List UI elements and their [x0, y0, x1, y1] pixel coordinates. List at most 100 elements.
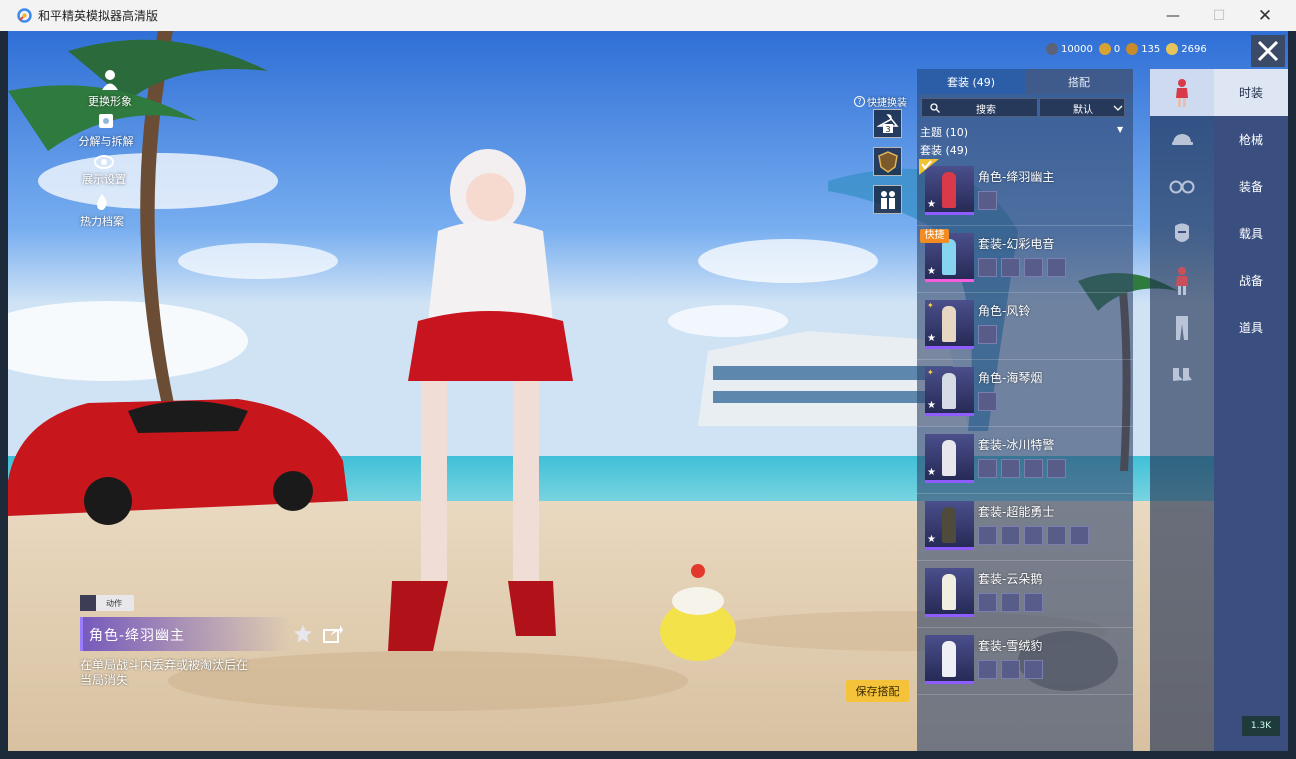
- part-thumbnail: [1001, 258, 1020, 277]
- heat-profile-button[interactable]: 热力档案: [62, 193, 142, 229]
- close-panel-button[interactable]: [1251, 35, 1285, 67]
- outfit-parts: [978, 459, 1066, 478]
- outfit-thumbnail: [925, 635, 974, 684]
- goggles-icon: [1169, 180, 1195, 193]
- outfit-parts: [978, 258, 1066, 277]
- category-icon-hat[interactable]: [1150, 116, 1214, 163]
- part-thumbnail: [1001, 660, 1020, 679]
- part-thumbnail: [978, 526, 997, 545]
- search-icon: [930, 103, 940, 113]
- window-title: 和平精英模拟器高清版: [38, 9, 159, 23]
- list-item[interactable]: ✦ ★ 角色-海琴烟: [917, 360, 1133, 427]
- list-item[interactable]: 套装-云朵鹅: [917, 561, 1133, 628]
- minimize-button[interactable]: —: [1150, 0, 1196, 31]
- part-thumbnail: [1070, 526, 1089, 545]
- currency-item: 10000: [1046, 43, 1093, 55]
- sort-dropdown[interactable]: 默认: [1039, 98, 1125, 117]
- tab-readiness[interactable]: 战备: [1214, 257, 1288, 304]
- favorite-star-icon[interactable]: [293, 624, 313, 644]
- part-thumbnail: [1024, 459, 1043, 478]
- outfit-figure: [942, 172, 956, 208]
- quick-slot-badge[interactable]: [873, 147, 902, 176]
- currency-item: 2696: [1166, 43, 1207, 55]
- action-badge-label: 动作: [106, 598, 122, 608]
- star-icon: ★: [927, 467, 936, 478]
- category-icon-shoes[interactable]: [1150, 351, 1214, 398]
- search-placeholder: 搜索: [976, 105, 996, 116]
- maximize-button[interactable]: ☐: [1196, 0, 1242, 31]
- tab-sets[interactable]: 套装 (49): [917, 69, 1025, 94]
- part-thumbnail: [1001, 526, 1020, 545]
- gold-badge-icon: [1098, 43, 1111, 55]
- category-icon-pants[interactable]: [1150, 304, 1214, 351]
- category-icon-mask[interactable]: [1150, 210, 1214, 257]
- quick-slot-duo[interactable]: [873, 185, 902, 214]
- flame-icon: [97, 194, 107, 210]
- part-thumbnail: [1047, 526, 1066, 545]
- equipped-check-icon: [919, 159, 939, 175]
- category-icon-goggles[interactable]: [1150, 163, 1214, 210]
- outfit-thumbnail: ✦ ★: [925, 300, 974, 349]
- decompose-button[interactable]: 分解与拆解: [66, 111, 146, 149]
- theme-filter-row[interactable]: 主题 (10) ▼: [920, 124, 1128, 140]
- section-header: 套装 (49): [920, 144, 969, 157]
- list-item[interactable]: ★ 角色-绛羽幽主: [917, 159, 1133, 226]
- part-thumbnail: [1001, 593, 1020, 612]
- display-settings-button[interactable]: 展示设置: [64, 155, 144, 187]
- outfit-figure: [942, 507, 956, 543]
- part-thumbnail: [978, 325, 997, 344]
- part-thumbnail: [1001, 459, 1020, 478]
- tab-firearms[interactable]: 枪械: [1214, 116, 1288, 163]
- outfit-name: 套装-云朵鹅: [978, 572, 1043, 586]
- outfit-thumbnail: ✦ ★: [925, 367, 974, 416]
- category-icon-column: [1150, 69, 1214, 751]
- outfit-parts: [978, 191, 997, 210]
- change-appearance-label: 更换形象: [88, 95, 132, 108]
- list-item[interactable]: 套装-雪绒豹: [917, 628, 1133, 695]
- tab-match[interactable]: 搭配: [1025, 69, 1133, 94]
- list-item[interactable]: ★ 快捷 套装-幻彩电音: [917, 226, 1133, 293]
- action-badge: 动作: [80, 595, 134, 611]
- category-icon-fashion[interactable]: [1150, 69, 1214, 116]
- outfit-figure: [942, 306, 956, 342]
- share-icon[interactable]: [323, 624, 343, 644]
- save-outfit-button[interactable]: 保存搭配: [846, 680, 909, 702]
- outfit-name: 套装-雪绒豹: [978, 639, 1043, 653]
- close-window-button[interactable]: ✕: [1242, 0, 1288, 31]
- outfit-icon: [1176, 266, 1188, 295]
- game-viewport: 更换形象 分解与拆解 展示设置 热力档案 动作 角色-绛羽幽主 在单局战斗内丢弃…: [8, 31, 1288, 751]
- character-name: 角色-绛羽幽主: [89, 628, 186, 644]
- currency-value: 135: [1141, 43, 1161, 55]
- currency-value: 10000: [1061, 43, 1093, 55]
- shield-badge-icon: [877, 150, 898, 173]
- character-icon: [1176, 78, 1188, 107]
- part-thumbnail: [1024, 258, 1043, 277]
- quick-change-label[interactable]: ? 快捷换装: [854, 94, 907, 109]
- change-appearance-button[interactable]: 更换形象: [70, 69, 150, 109]
- category-icon-outfit[interactable]: [1150, 257, 1214, 304]
- category-tabs: 时装 枪械 装备 载具 战备 道具: [1214, 69, 1288, 751]
- list-item[interactable]: ★ 套装-冰川特警: [917, 427, 1133, 494]
- title-bar: 和平精英模拟器高清版 — ☐ ✕: [0, 0, 1296, 31]
- currency-item: 135: [1126, 43, 1160, 55]
- tab-equipment[interactable]: 装备: [1214, 163, 1288, 210]
- quick-slot-outfit[interactable]: 3: [873, 109, 902, 138]
- tab-fashion[interactable]: 时装: [1214, 69, 1288, 116]
- part-thumbnail: [978, 660, 997, 679]
- currency-bar: 10000 0 135 2696: [1046, 41, 1207, 57]
- person-icon: [102, 70, 118, 90]
- part-thumbnail: [978, 191, 997, 210]
- outfit-name: 套装-幻彩电音: [978, 237, 1055, 251]
- character-name-plate: 角色-绛羽幽主: [80, 617, 290, 651]
- sort-label: 默认: [1073, 105, 1093, 116]
- app-logo-icon: [17, 8, 32, 23]
- star-icon: ★: [927, 534, 936, 545]
- search-input[interactable]: 搜索: [921, 98, 1038, 117]
- outfit-figure: [942, 440, 956, 476]
- tab-vehicles[interactable]: 载具: [1214, 210, 1288, 257]
- list-item[interactable]: ✦ ★ 角色-风铃: [917, 293, 1133, 360]
- duo-figure-icon: [880, 190, 895, 209]
- list-item[interactable]: ★ 套装-超能勇士: [917, 494, 1133, 561]
- tab-props[interactable]: 道具: [1214, 304, 1288, 351]
- outfit-name: 套装-冰川特警: [978, 438, 1055, 452]
